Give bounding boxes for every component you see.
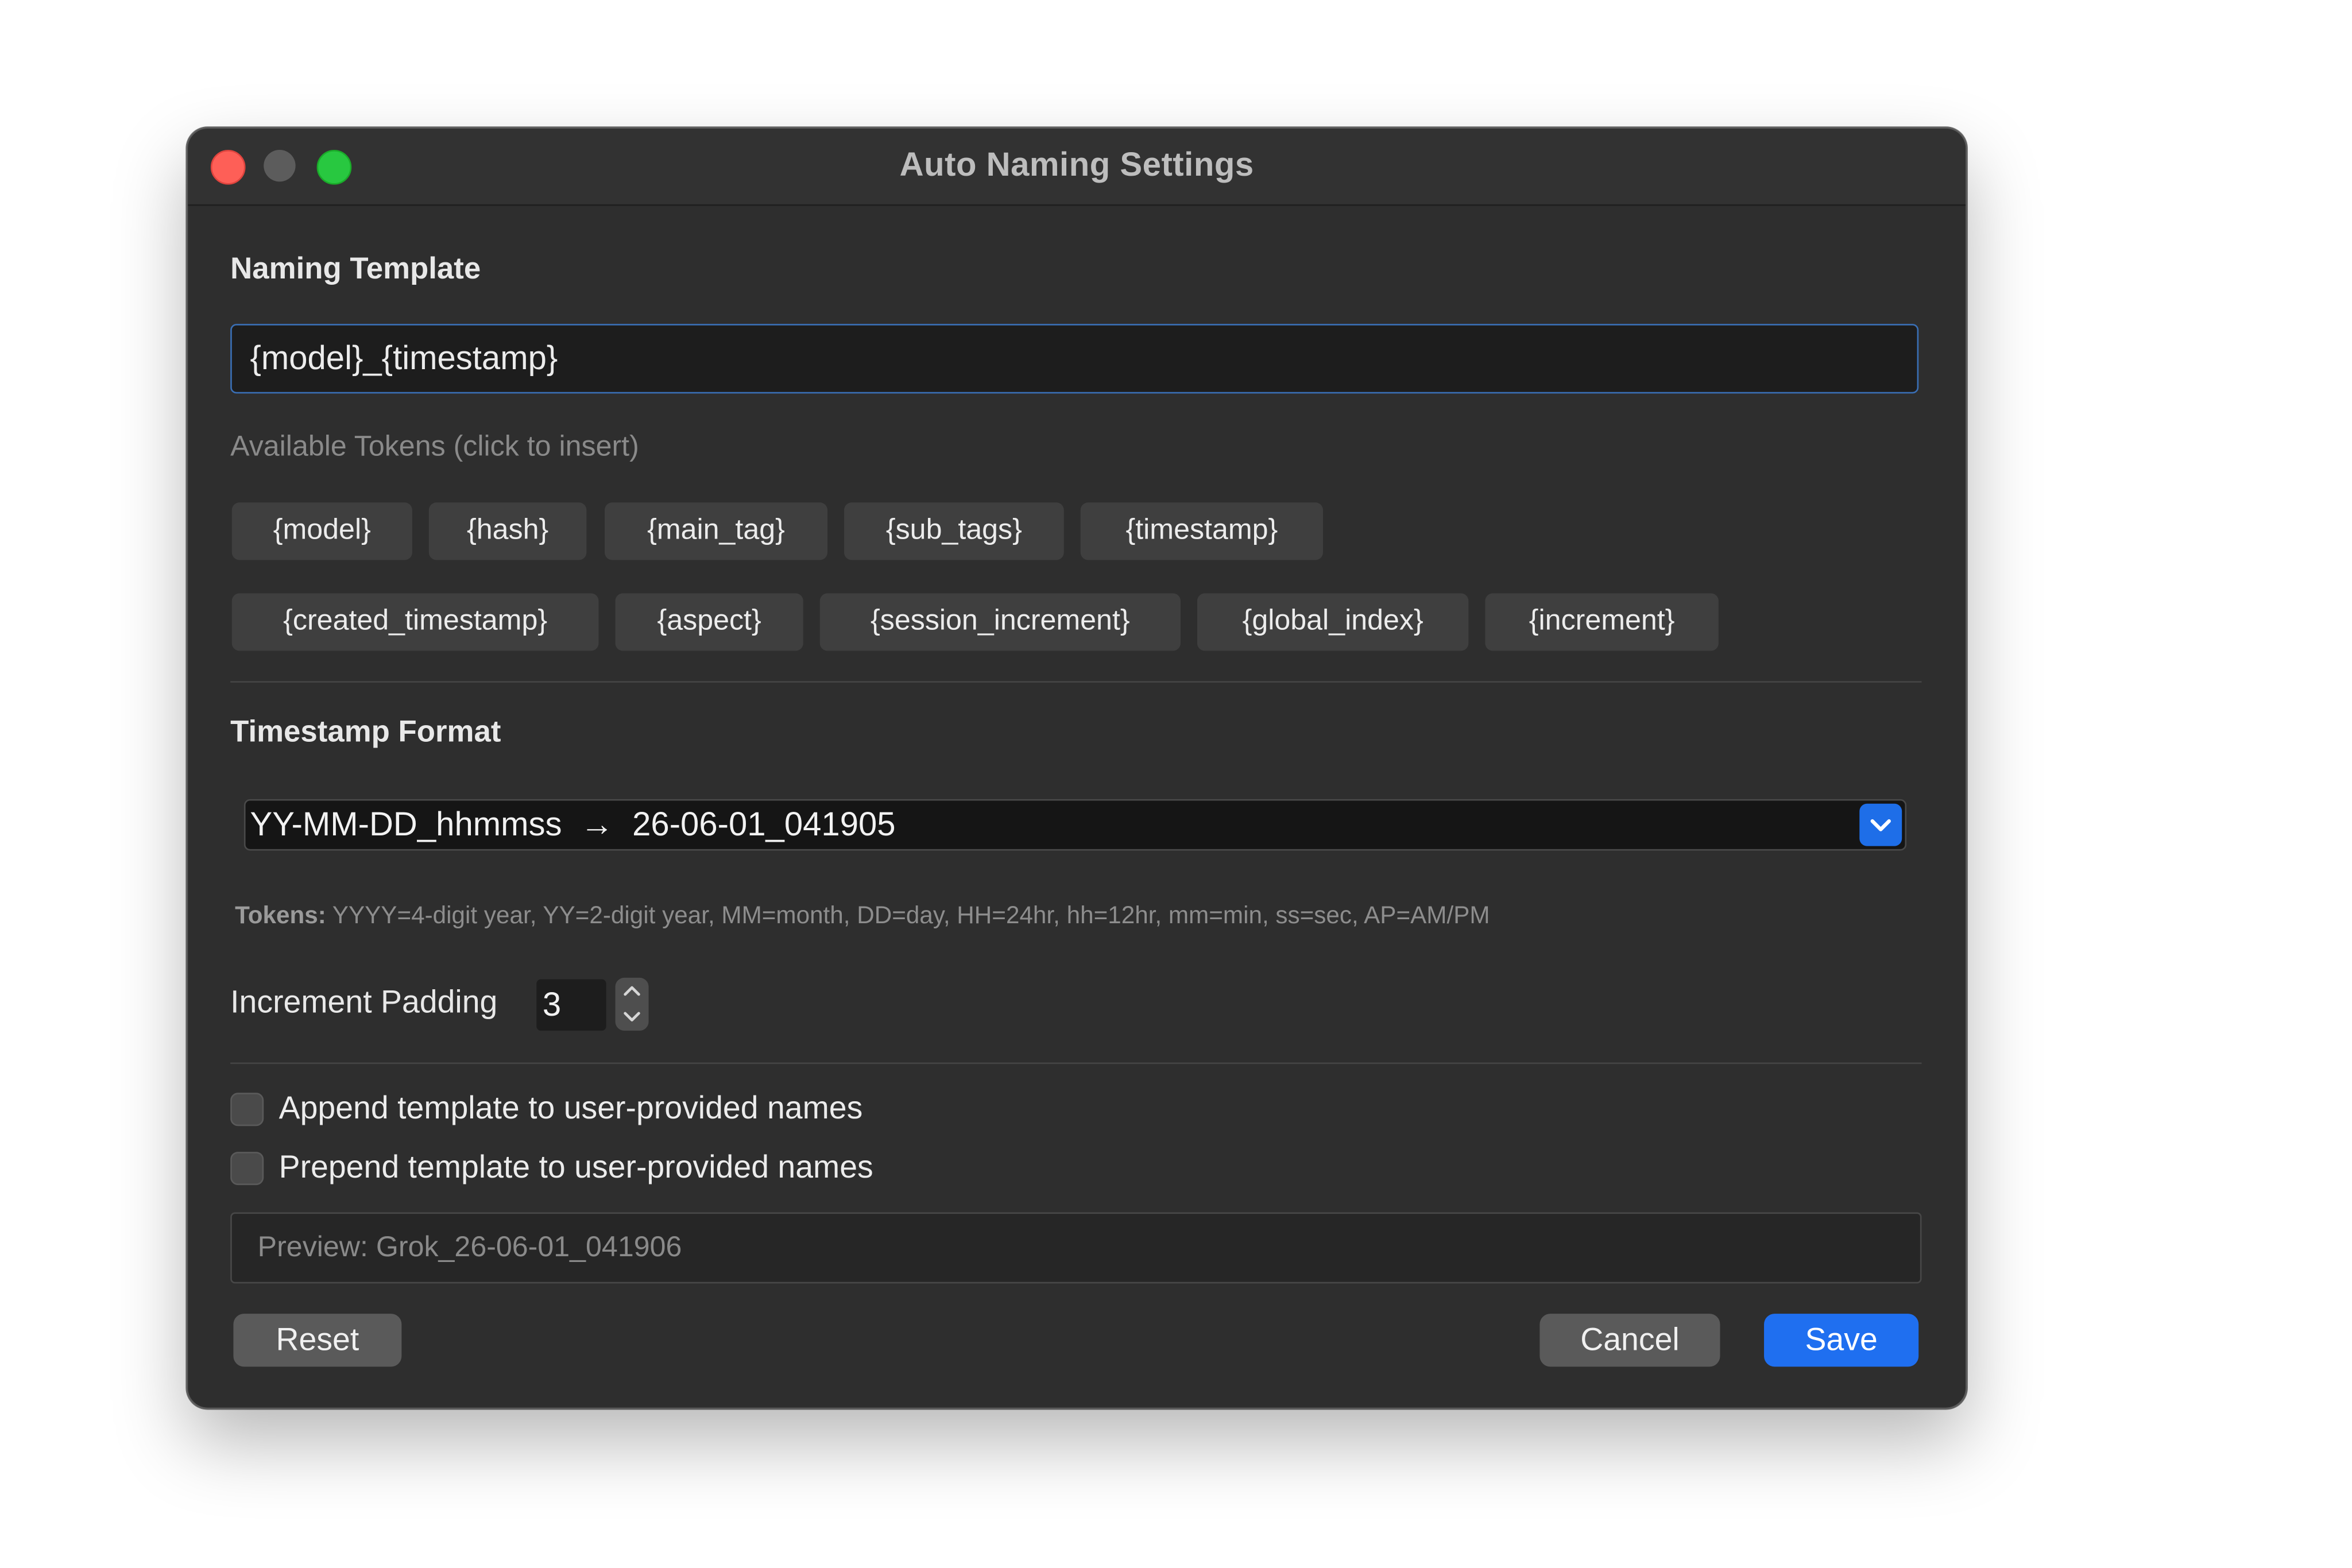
title-bar[interactable]: Auto Naming Settings (188, 129, 1966, 206)
reset-button[interactable]: Reset (233, 1314, 402, 1367)
timestamp-format-heading: Timestamp Format (230, 715, 501, 749)
tokens-note-text: YYYY=4-digit year, YY=2-digit year, MM=m… (326, 903, 1490, 930)
token-button-model[interactable]: {model} (231, 502, 412, 560)
tokens-note-label: Tokens: (235, 903, 326, 930)
timestamp-format-value: YY-MM-DD_hhmmss → 26-06-01_041905 (250, 805, 896, 843)
chevron-down-icon[interactable] (1859, 803, 1902, 846)
section-divider (230, 1062, 1922, 1064)
naming-template-input[interactable] (230, 324, 1919, 394)
increment-padding-field[interactable]: 3 (536, 979, 606, 1031)
token-button-created-timestamp[interactable]: {created_timestamp} (231, 593, 599, 651)
increment-padding-label: Increment Padding (230, 985, 498, 1020)
chevron-up-icon[interactable] (616, 978, 649, 1004)
stage: Auto Naming Settings Naming Template Ava… (0, 0, 2352, 1568)
token-button-global-index[interactable]: {global_index} (1197, 593, 1469, 651)
append-template-checkbox[interactable] (230, 1093, 264, 1126)
increment-padding-stepper[interactable] (615, 977, 649, 1031)
prepend-template-checkbox[interactable] (230, 1152, 264, 1186)
token-button-increment[interactable]: {increment} (1485, 593, 1719, 651)
timestamp-tokens-note: Tokens: YYYY=4-digit year, YY=2-digit ye… (235, 904, 1490, 931)
append-template-label[interactable]: Append template to user-provided names (279, 1091, 863, 1128)
token-button-timestamp[interactable]: {timestamp} (1080, 502, 1324, 560)
token-button-main-tag[interactable]: {main_tag} (605, 502, 828, 560)
available-tokens-hint: Available Tokens (click to insert) (230, 431, 639, 463)
window-title: Auto Naming Settings (899, 145, 1254, 183)
naming-template-heading: Naming Template (230, 253, 481, 287)
preview-field: Preview: Grok_26-06-01_041906 (230, 1212, 1922, 1284)
prepend-template-label[interactable]: Prepend template to user-provided names (279, 1150, 873, 1186)
timestamp-format-select[interactable]: YY-MM-DD_hhmmss → 26-06-01_041905 (243, 799, 1907, 851)
token-button-session-increment[interactable]: {session_increment} (819, 593, 1181, 651)
chevron-down-icon[interactable] (616, 1005, 649, 1031)
token-button-sub-tags[interactable]: {sub_tags} (844, 502, 1064, 560)
token-button-hash[interactable]: {hash} (428, 502, 587, 560)
token-button-aspect[interactable]: {aspect} (615, 593, 803, 651)
section-divider (230, 681, 1922, 683)
save-button[interactable]: Save (1764, 1314, 1919, 1367)
cancel-button[interactable]: Cancel (1539, 1314, 1720, 1367)
settings-window: Auto Naming Settings Naming Template Ava… (186, 127, 1967, 1410)
